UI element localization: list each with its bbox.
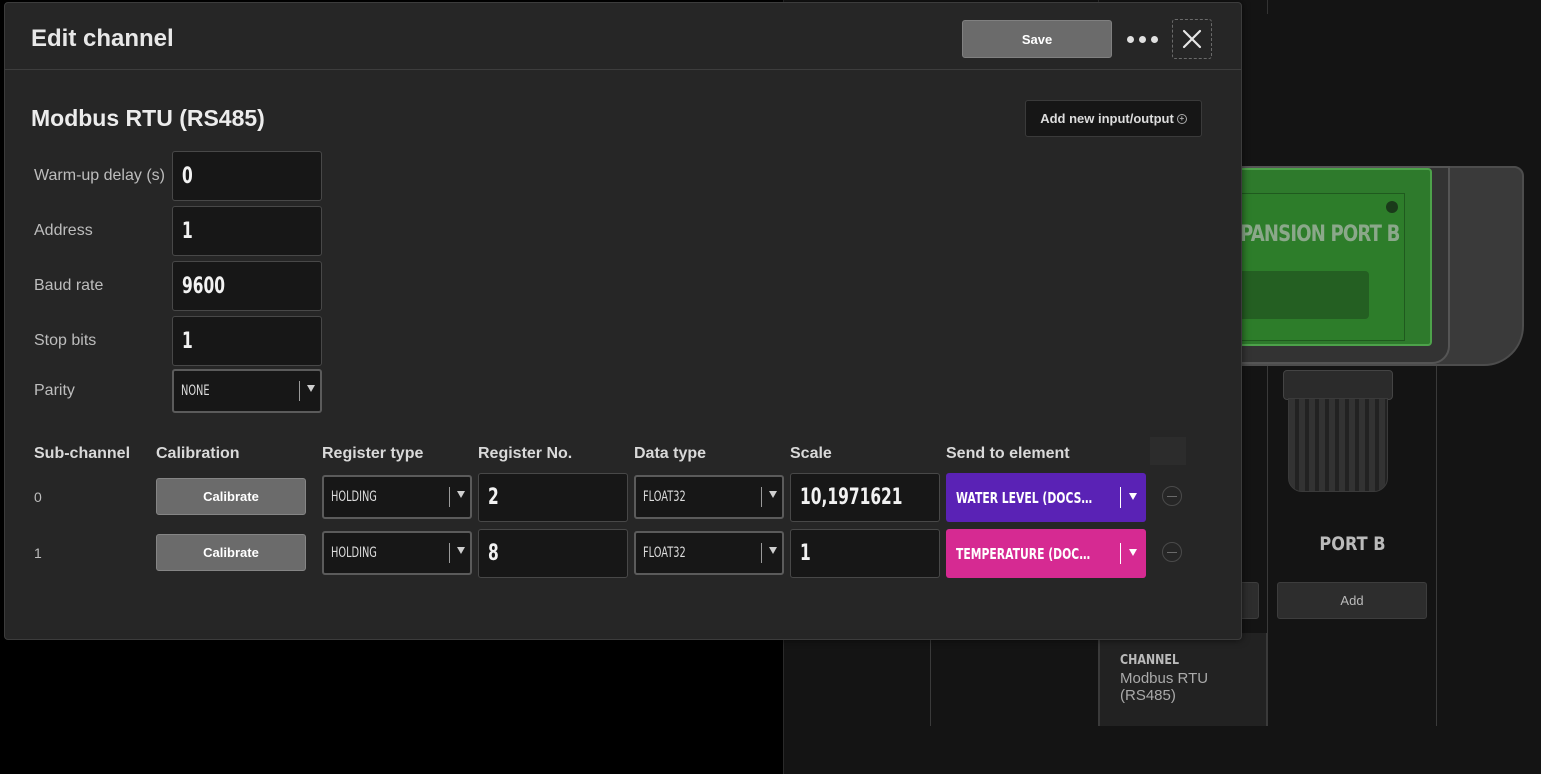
stop-bits-label: Stop bits bbox=[34, 332, 97, 349]
data-type-select[interactable]: FLOAT32 bbox=[634, 531, 784, 575]
header-register-no: Register No. bbox=[478, 445, 573, 462]
table-header-spacer bbox=[1150, 437, 1186, 465]
send-to-element-select[interactable]: WATER LEVEL (DOCS LOG... bbox=[946, 473, 1146, 522]
connector-nut bbox=[1283, 370, 1393, 400]
chevron-down-icon bbox=[1129, 493, 1137, 500]
calibrate-button[interactable]: Calibrate bbox=[156, 478, 306, 515]
warmup-label: Warm-up delay (s) bbox=[34, 167, 165, 184]
send-to-element-select[interactable]: TEMPERATURE (DOCS LOG... bbox=[946, 529, 1146, 578]
chevron-down-icon bbox=[1129, 549, 1137, 556]
chevron-down-icon bbox=[769, 547, 777, 554]
plus-circle-icon: + bbox=[1176, 113, 1187, 124]
close-icon[interactable] bbox=[1172, 19, 1212, 59]
register-type-select[interactable]: HOLDING bbox=[322, 531, 472, 575]
header-register-type: Register type bbox=[322, 445, 424, 462]
minus-circle-icon[interactable] bbox=[1162, 542, 1182, 562]
channel-card-value: Modbus RTU (RS485) bbox=[1120, 670, 1209, 704]
add-input-output-button[interactable]: Add new input/output + bbox=[1025, 100, 1202, 137]
more-dots-icon[interactable] bbox=[1121, 23, 1163, 55]
header-send-to-element: Send to element bbox=[946, 445, 1070, 462]
header-scale: Scale bbox=[790, 445, 832, 462]
add-input-output-label: Add new input/output bbox=[1040, 111, 1174, 126]
port-b-add-button[interactable]: Add bbox=[1277, 582, 1427, 619]
cable-gland bbox=[1288, 398, 1388, 492]
subchannel-index: 0 bbox=[34, 489, 42, 505]
expansion-slot bbox=[1238, 271, 1369, 319]
chevron-down-icon bbox=[457, 547, 465, 554]
warmup-input[interactable]: 0 bbox=[172, 151, 322, 201]
expansion-port-label: PANSION PORT B bbox=[1240, 222, 1400, 247]
save-button[interactable]: Save bbox=[962, 20, 1112, 58]
baud-rate-label: Baud rate bbox=[34, 277, 104, 294]
baud-rate-input[interactable]: 9600 bbox=[172, 261, 322, 311]
mount-hole bbox=[1386, 201, 1398, 213]
channel-card[interactable]: CHANNEL Modbus RTU (RS485) bbox=[1099, 633, 1267, 726]
register-type-select[interactable]: HOLDING bbox=[322, 475, 472, 519]
chevron-down-icon bbox=[769, 491, 777, 498]
register-no-input[interactable]: 2 bbox=[478, 473, 628, 522]
column-divider bbox=[1436, 365, 1437, 726]
calibrate-button[interactable]: Calibrate bbox=[156, 534, 306, 571]
stop-bits-input[interactable]: 1 bbox=[172, 316, 322, 366]
chevron-down-icon bbox=[457, 491, 465, 498]
edit-channel-dialog: Edit channel Save Modbus RTU (RS485) Add… bbox=[4, 2, 1242, 640]
scale-input[interactable]: 10,1971621 bbox=[790, 473, 940, 522]
dialog-header: Edit channel Save bbox=[5, 3, 1241, 70]
parity-label: Parity bbox=[34, 382, 75, 399]
column-divider bbox=[1267, 365, 1268, 726]
channel-card-label: CHANNEL bbox=[1120, 653, 1179, 668]
register-no-input[interactable]: 8 bbox=[478, 529, 628, 578]
data-type-select[interactable]: FLOAT32 bbox=[634, 475, 784, 519]
address-label: Address bbox=[34, 222, 93, 239]
minus-circle-icon[interactable] bbox=[1162, 486, 1182, 506]
header-data-type: Data type bbox=[634, 445, 707, 462]
parity-select[interactable]: NONE bbox=[172, 369, 322, 413]
scale-input[interactable]: 1 bbox=[790, 529, 940, 578]
header-calibration: Calibration bbox=[156, 445, 240, 462]
subchannel-index: 1 bbox=[34, 545, 42, 561]
header-sub-channel: Sub-channel bbox=[34, 445, 131, 462]
port-b-label: PORT B bbox=[1319, 533, 1386, 555]
section-title: Modbus RTU (RS485) bbox=[31, 105, 265, 131]
dialog-title: Edit channel bbox=[31, 25, 174, 52]
address-input[interactable]: 1 bbox=[172, 206, 322, 256]
chevron-down-icon bbox=[307, 385, 315, 392]
